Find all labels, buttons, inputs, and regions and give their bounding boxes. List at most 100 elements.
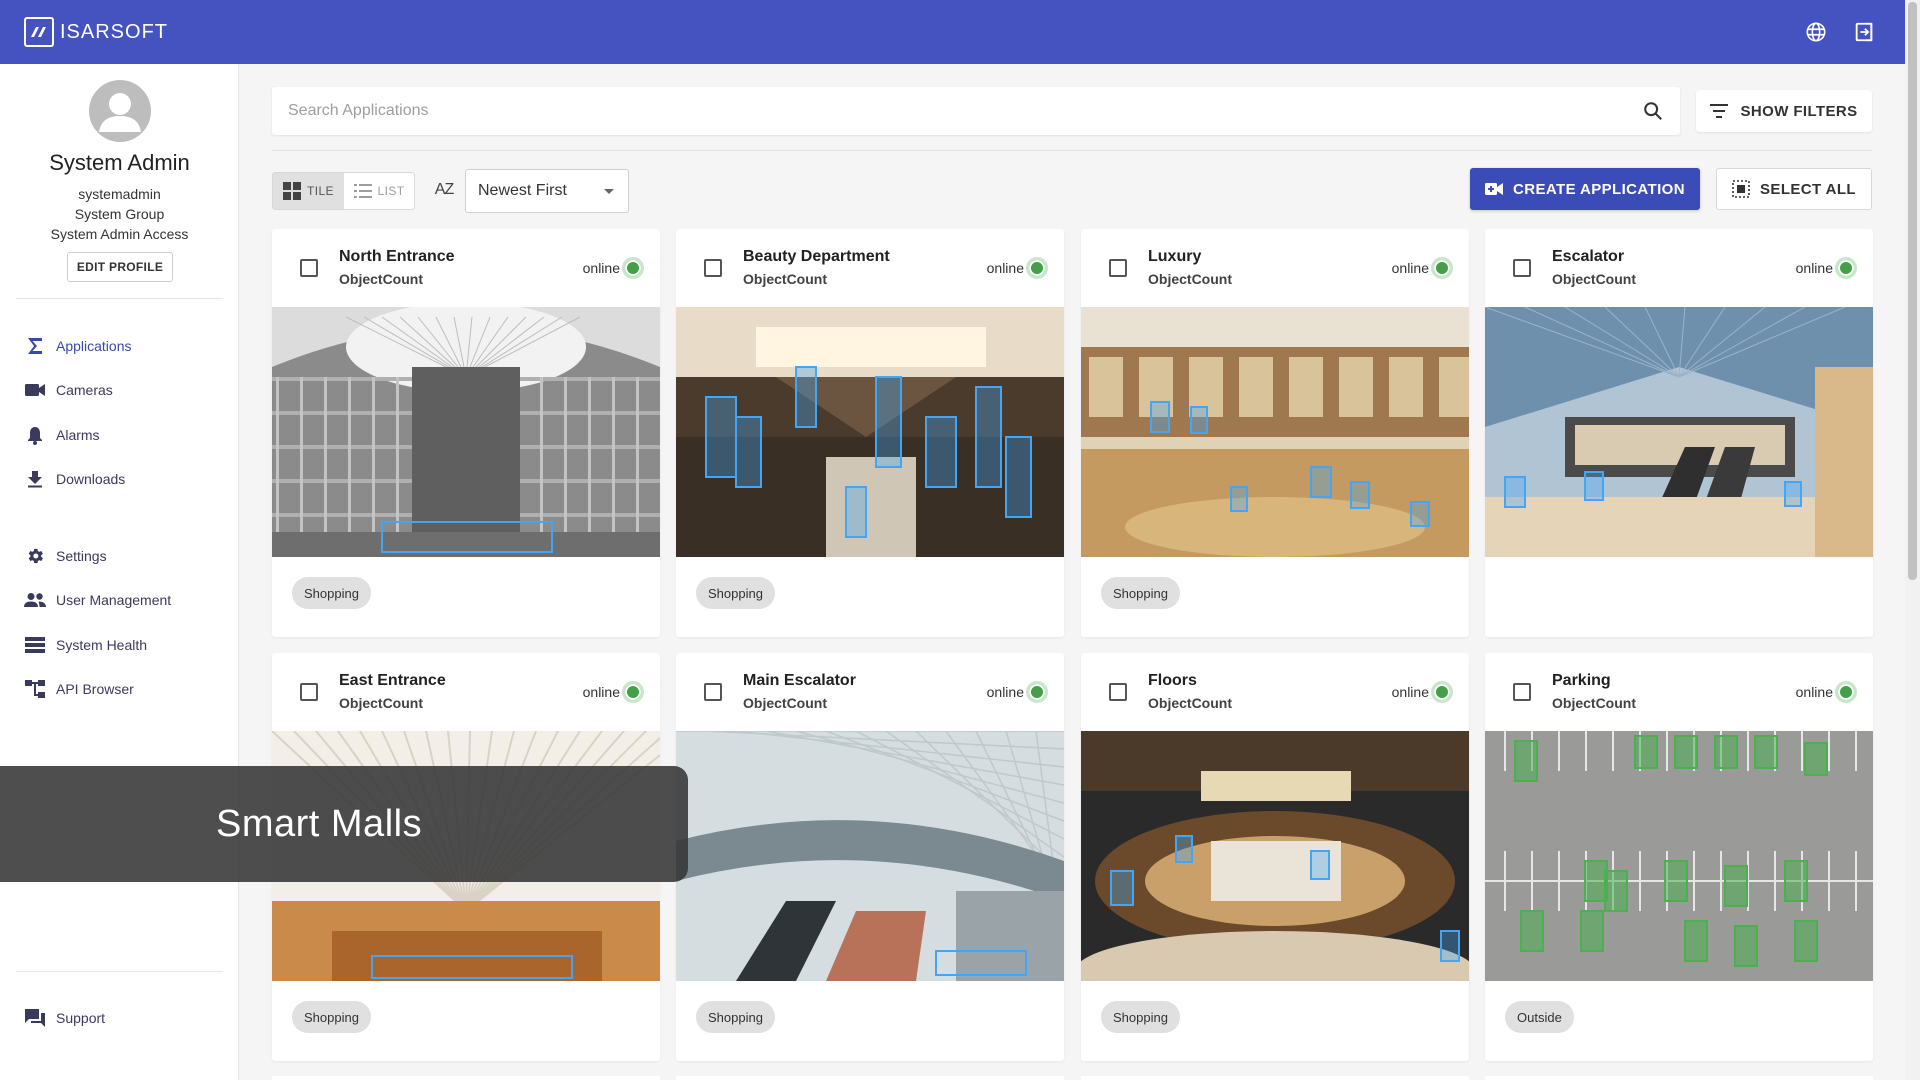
sidebar-item-label: Settings [56,548,107,564]
application-card[interactable]: Parking ObjectCount online Outside [1485,653,1873,1061]
category-chip[interactable]: Shopping [292,577,371,609]
sidebar-item-settings[interactable]: Settings [24,544,107,568]
sidebar-item-system-health[interactable]: System Health [24,633,147,657]
status-indicator: online [987,681,1048,703]
toolbar-divider [272,150,1872,151]
camera-preview-image[interactable] [1485,731,1873,981]
profile-group: System Group [74,206,165,222]
card-title: Parking [1552,672,1611,689]
gear-icon [24,545,46,567]
camera-preview-image[interactable] [1485,307,1873,557]
list-view-icon [353,184,372,198]
card-select-checkbox[interactable] [300,259,318,277]
edit-profile-button[interactable]: EDIT PROFILE [67,252,173,282]
camera-preview-image[interactable] [676,307,1064,557]
category-chip[interactable]: Shopping [696,577,775,609]
camera-preview-image[interactable] [1081,731,1469,981]
language-globe-icon[interactable] [1805,21,1827,43]
page-scrollbar[interactable] [1905,0,1920,1080]
profile-username: systemadmin [78,186,161,202]
application-card[interactable]: Luxury ObjectCount online Shopping [1081,229,1469,637]
card-select-checkbox[interactable] [704,259,722,277]
status-indicator: online [1392,681,1453,703]
sidebar-item-api-browser[interactable]: API Browser [24,677,134,701]
list-view-button[interactable]: LIST [344,173,414,209]
online-dot-icon [1431,257,1453,279]
card-title: North Entrance [339,248,455,265]
sidebar-item-user-management[interactable]: User Management [24,588,171,612]
status-indicator: online [583,257,644,279]
logout-icon[interactable] [1853,21,1875,43]
camera-scene-thumbnail [1081,731,1469,981]
application-card[interactable]: Floors ObjectCount online Shopping [1081,653,1469,1061]
account-tree-icon [24,678,46,700]
online-dot-icon [622,681,644,703]
sidebar: System Admin systemadmin System Group Sy… [0,64,239,1080]
application-card[interactable]: North Entrance ObjectCount online Shopping [272,229,660,637]
search-icon[interactable] [1642,100,1664,122]
show-filters-button[interactable]: SHOW FILTERS [1696,90,1872,132]
forum-chat-icon [24,1007,46,1029]
status-indicator: online [1796,681,1857,703]
status-text: online [986,260,1024,276]
card-select-checkbox[interactable] [704,683,722,701]
camera-scene-thumbnail [1485,307,1873,557]
card-select-checkbox[interactable] [1109,683,1127,701]
sidebar-item-cameras[interactable]: Cameras [24,378,113,402]
card-title: Escalator [1552,248,1625,265]
caption-overlay: Smart Malls [0,766,688,882]
sidebar-item-applications[interactable]: Applications [24,334,132,358]
sort-order-select[interactable]: Newest First [465,169,629,213]
application-card[interactable]: Escalator ObjectCount online [1485,229,1873,637]
sidebar-item-downloads[interactable]: Downloads [24,467,125,491]
next-row-card-edge [676,1076,1064,1080]
create-application-button[interactable]: CREATE APPLICATION [1470,168,1700,210]
select-all-button[interactable]: SELECT ALL [1716,168,1872,210]
card-select-checkbox[interactable] [1513,683,1531,701]
video-camera-add-icon [1485,183,1504,195]
sidebar-item-alarms[interactable]: Alarms [24,423,100,447]
tile-view-button[interactable]: TILE [273,173,344,209]
list-view-label: LIST [377,184,405,198]
status-text: online [1795,260,1833,276]
scrollbar-thumb[interactable] [1908,2,1917,580]
application-card[interactable]: Main Escalator ObjectCount online Shopping [676,653,1064,1061]
online-dot-icon [622,257,644,279]
top-app-bar: ISARSOFT [0,0,1905,64]
card-app-type: ObjectCount [1148,695,1232,711]
application-card[interactable]: Beauty Department ObjectCount online Shoppi… [676,229,1064,637]
card-app-type: ObjectCount [1552,695,1636,711]
select-all-label: SELECT ALL [1760,180,1856,198]
camera-preview-image[interactable] [676,731,1064,981]
camera-preview-image[interactable] [1081,307,1469,557]
sort-alpha-icon[interactable]: AZ [430,177,458,203]
category-chip[interactable]: Shopping [696,1001,775,1033]
card-select-checkbox[interactable] [300,683,318,701]
status-text: online [1391,684,1429,700]
video-camera-icon [24,379,46,401]
sidebar-item-label: User Management [56,592,172,608]
category-chip[interactable]: Shopping [292,1001,371,1033]
online-dot-icon [1835,681,1857,703]
camera-preview-image[interactable] [272,307,660,557]
sidebar-item-support[interactable]: Support [24,1006,105,1030]
status-text: online [1391,260,1429,276]
brand-logo[interactable]: ISARSOFT [24,17,168,47]
category-chip[interactable]: Outside [1505,1001,1574,1033]
status-text: online [582,260,620,276]
camera-scene-thumbnail [676,731,1064,981]
next-row-card-edge [1485,1076,1873,1080]
search-input[interactable] [288,87,1588,135]
camera-scene-thumbnail [272,307,660,557]
create-application-label: CREATE APPLICATION [1513,180,1685,198]
card-select-checkbox[interactable] [1513,259,1531,277]
card-title: East Entrance [339,672,446,689]
category-chip[interactable]: Shopping [1101,1001,1180,1033]
next-row-card-edge [272,1076,660,1080]
sidebar-item-label: Applications [56,338,132,354]
card-app-type: ObjectCount [339,695,423,711]
online-dot-icon [1835,257,1857,279]
card-select-checkbox[interactable] [1109,259,1127,277]
status-text: online [1795,684,1833,700]
category-chip[interactable]: Shopping [1101,577,1180,609]
